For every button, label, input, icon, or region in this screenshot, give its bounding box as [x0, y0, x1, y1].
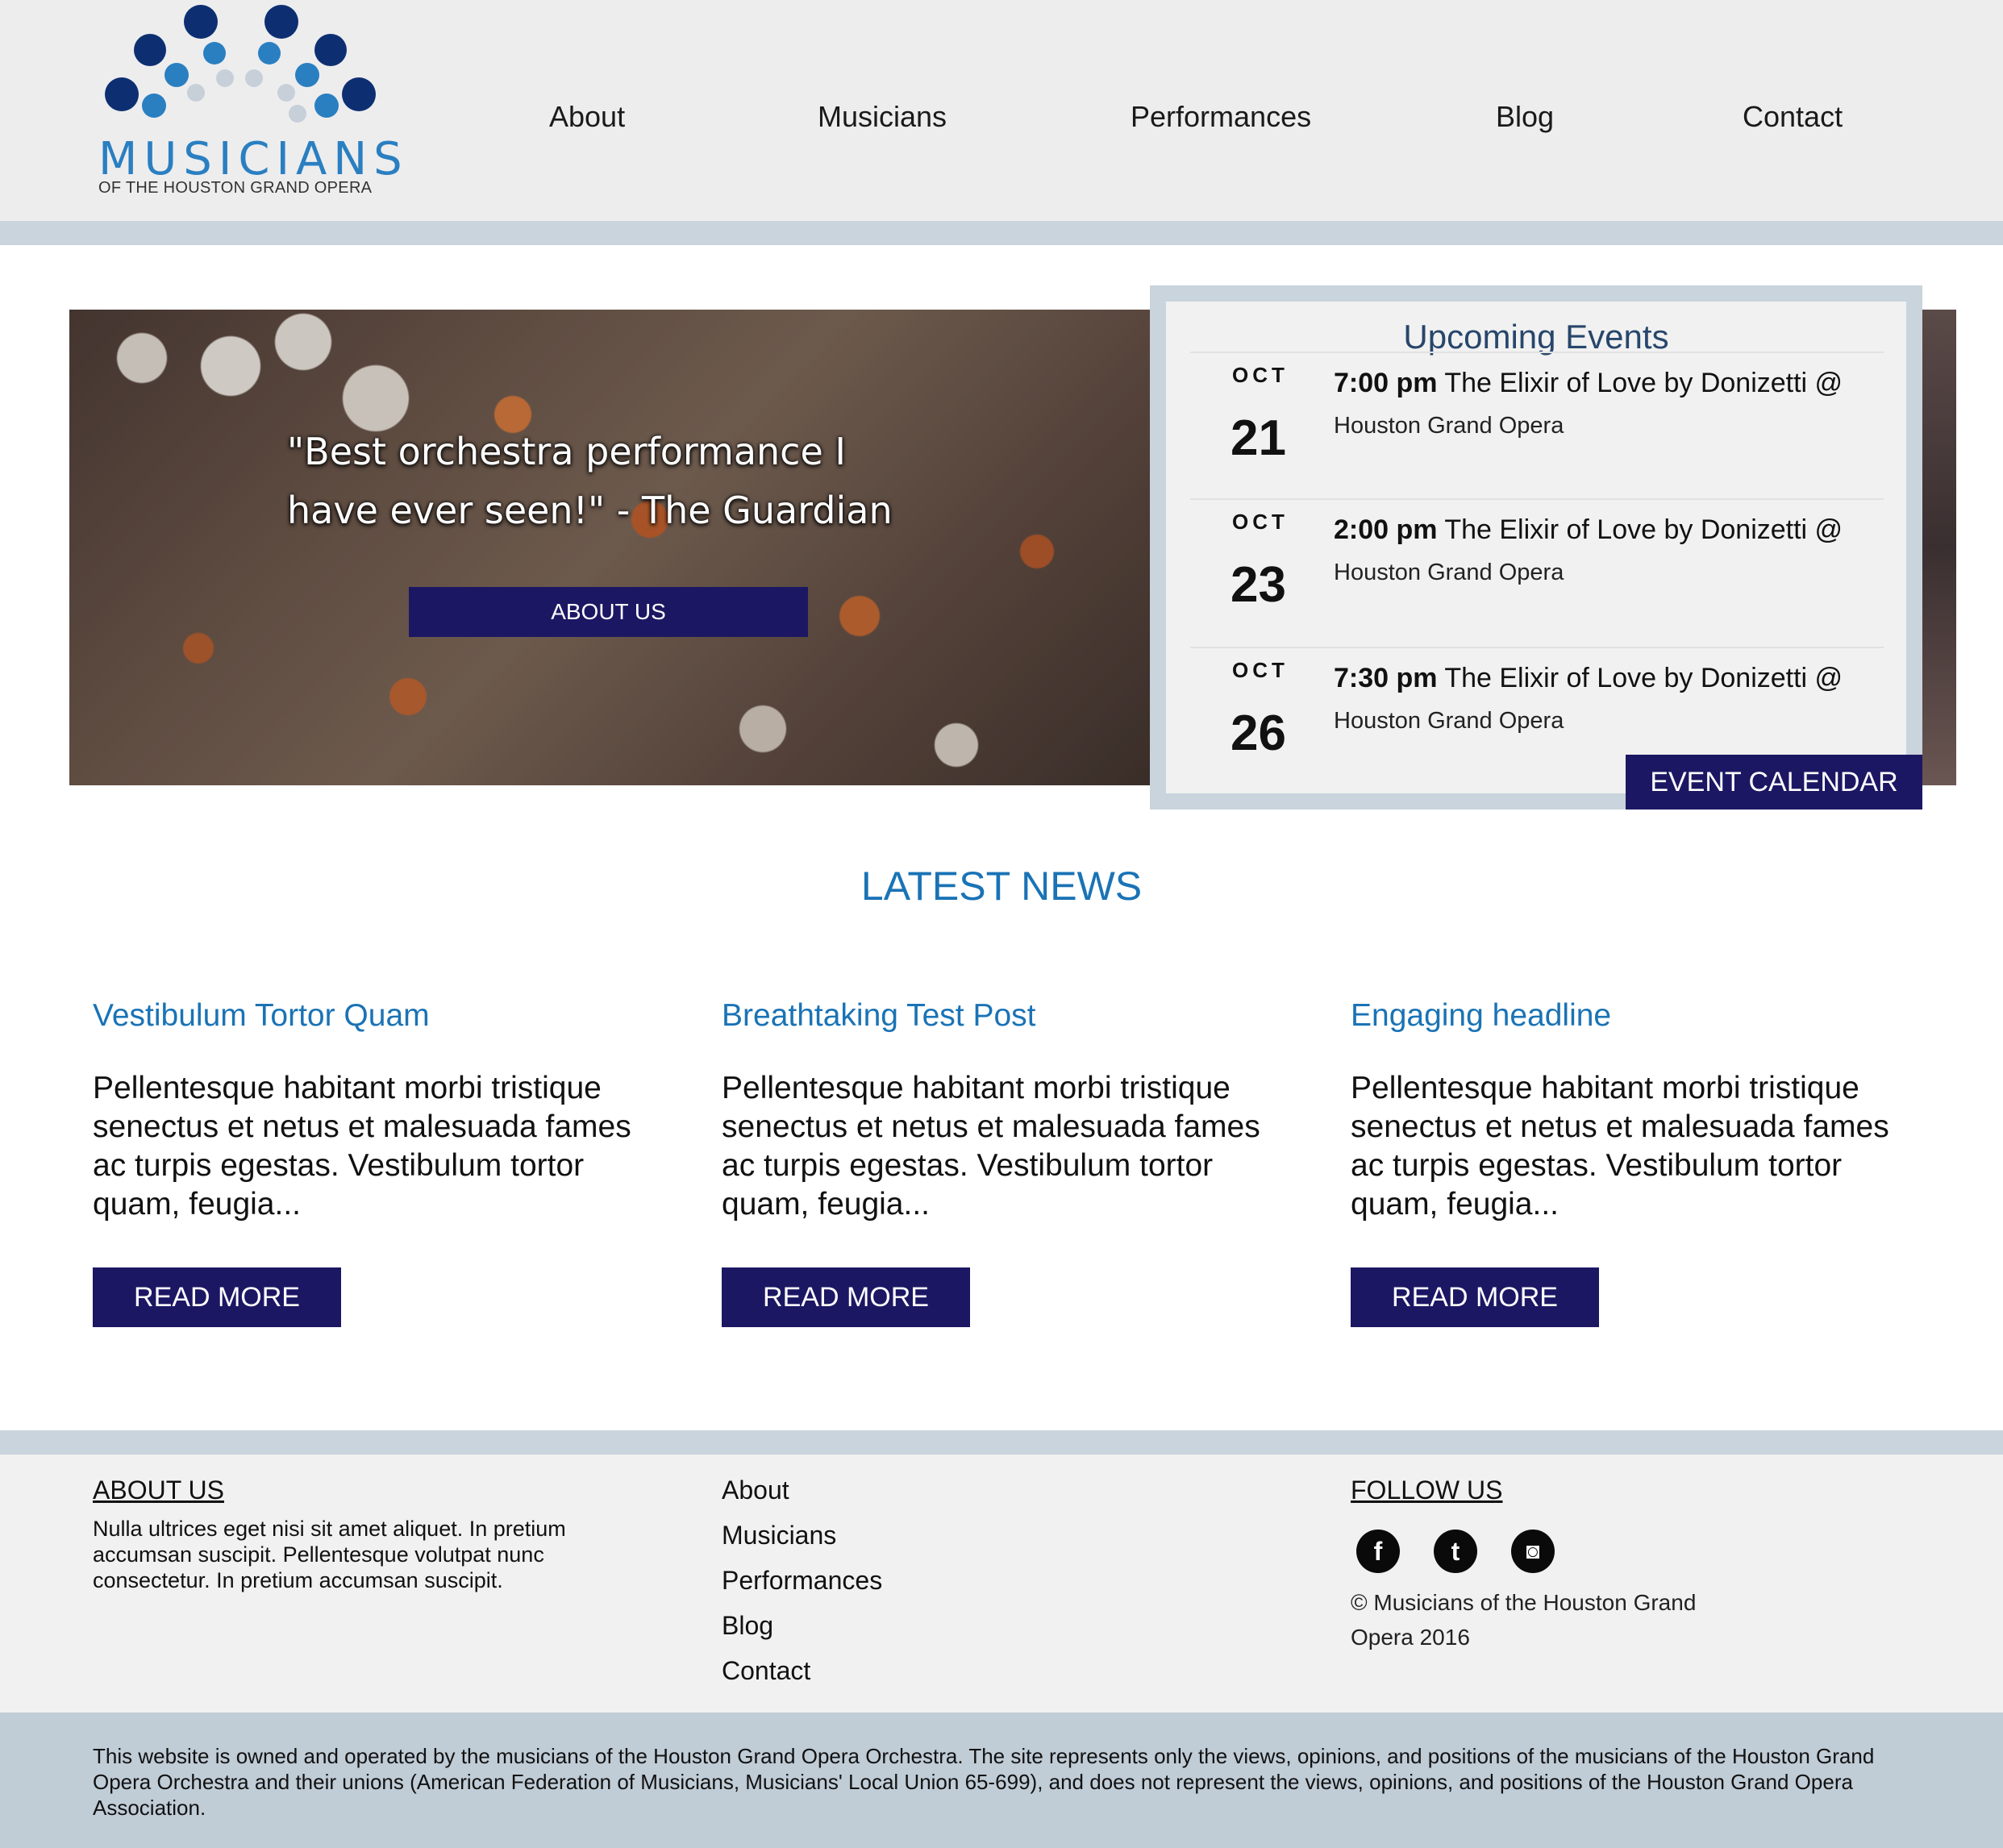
logo-dot	[203, 42, 226, 65]
footer-link-blog[interactable]: Blog	[722, 1611, 773, 1641]
logo-wordmark: MUSICIANS	[98, 133, 409, 185]
logo-dot	[184, 5, 218, 39]
event-location: Houston Grand Opera	[1334, 708, 1564, 734]
read-more-button[interactable]: READ MORE	[722, 1267, 970, 1327]
logo-dot	[187, 84, 205, 102]
read-more-button[interactable]: READ MORE	[1351, 1267, 1599, 1327]
event-day: 21	[1231, 410, 1286, 466]
nav-performances[interactable]: Performances	[1131, 100, 1311, 134]
news-post-excerpt: Pellentesque habitant morbi tristique se…	[1351, 1071, 1889, 1222]
event-time: 7:00 pm	[1334, 368, 1438, 398]
disclaimer-text: This website is owned and operated by th…	[93, 1744, 1875, 1820]
divider	[1190, 498, 1884, 500]
header-divider	[0, 221, 2003, 245]
logo-dot	[105, 77, 139, 111]
footer-divider	[0, 1430, 2003, 1455]
logo-dot	[314, 34, 347, 66]
divider	[1190, 352, 1884, 353]
event-title[interactable]: 2:00 pm The Elixir of Love by Donizetti …	[1334, 514, 1843, 546]
event-location: Houston Grand Opera	[1334, 413, 1564, 439]
logo-dot	[314, 94, 339, 118]
twitter-icon[interactable]: t	[1434, 1530, 1477, 1573]
events-title: Upcoming Events	[1403, 318, 1669, 356]
news-post-excerpt: Pellentesque habitant morbi tristique se…	[93, 1071, 631, 1222]
footer-link-performances[interactable]: Performances	[722, 1566, 882, 1596]
follow-us-heading: FOLLOW US	[1351, 1475, 1503, 1505]
hero-image-overlay	[69, 310, 1150, 785]
news-post-excerpt: Pellentesque habitant morbi tristique se…	[722, 1071, 1260, 1222]
event-title[interactable]: 7:30 pm The Elixir of Love by Donizetti …	[1334, 663, 1843, 694]
news-post-title[interactable]: Breathtaking Test Post	[722, 998, 1036, 1034]
event-month: OCT	[1232, 658, 1289, 682]
footer-about-text: Nulla ultrices eget nisi sit amet alique…	[93, 1517, 566, 1592]
logo-dot	[258, 42, 281, 65]
upcoming-events-panel: Upcoming Events OCT 21 7:00 pm The Elixi…	[1150, 285, 1922, 810]
footer-link-contact[interactable]: Contact	[722, 1656, 810, 1686]
news-post-title[interactable]: Vestibulum Tortor Quam	[93, 998, 430, 1034]
event-location: Houston Grand Opera	[1334, 560, 1564, 585]
nav-musicians[interactable]: Musicians	[818, 100, 947, 134]
hero-quote: "Best orchestra performance I have ever …	[287, 430, 893, 532]
nav-about[interactable]: About	[549, 100, 625, 134]
site-logo[interactable]: MUSICIANS OF THE HOUSTON GRAND OPERA	[97, 0, 402, 202]
event-name: The Elixir of Love by Donizetti @	[1444, 368, 1843, 398]
logo-dot	[164, 63, 189, 87]
events-list: Upcoming Events OCT 21 7:00 pm The Elixi…	[1166, 302, 1906, 793]
event-time: 2:00 pm	[1334, 514, 1438, 545]
logo-dot	[142, 94, 166, 118]
event-time: 7:30 pm	[1334, 663, 1438, 693]
facebook-icon[interactable]: f	[1356, 1530, 1400, 1573]
hero-image-edge	[1922, 310, 1956, 785]
copyright-text: © Musicians of the Houston Grand Opera 2…	[1351, 1590, 1697, 1650]
site-header: MUSICIANS OF THE HOUSTON GRAND OPERA Abo…	[0, 0, 2003, 221]
latest-news-heading: LATEST NEWS	[860, 864, 1143, 909]
divider	[1190, 647, 1884, 648]
logo-dot	[342, 77, 376, 111]
about-us-button[interactable]: ABOUT US	[409, 587, 808, 637]
instagram-icon[interactable]: ◙	[1511, 1530, 1555, 1573]
logo-dot	[134, 34, 166, 66]
logo-dot	[277, 84, 295, 102]
nav-contact[interactable]: Contact	[1743, 100, 1843, 134]
footer-link-musicians[interactable]: Musicians	[722, 1521, 836, 1550]
nav-blog[interactable]: Blog	[1496, 100, 1554, 134]
footer-about-heading[interactable]: ABOUT US	[93, 1475, 224, 1505]
logo-dot	[216, 69, 234, 87]
event-title[interactable]: 7:00 pm The Elixir of Love by Donizetti …	[1334, 368, 1843, 399]
footer-link-about[interactable]: About	[722, 1475, 789, 1505]
logo-dot	[289, 105, 306, 123]
event-calendar-button[interactable]: EVENT CALENDAR	[1626, 755, 1922, 810]
news-post-title[interactable]: Engaging headline	[1351, 998, 1611, 1034]
event-day: 23	[1231, 557, 1286, 613]
read-more-button[interactable]: READ MORE	[93, 1267, 341, 1327]
event-month: OCT	[1232, 510, 1289, 534]
logo-dot	[264, 5, 298, 39]
event-day: 26	[1231, 705, 1286, 761]
event-name: The Elixir of Love by Donizetti @	[1444, 514, 1843, 545]
hero-banner: "Best orchestra performance I have ever …	[69, 310, 1150, 785]
event-month: OCT	[1232, 363, 1289, 387]
logo-dot	[295, 63, 319, 87]
event-name: The Elixir of Love by Donizetti @	[1444, 663, 1843, 693]
logo-dot	[245, 69, 263, 87]
logo-subtitle: OF THE HOUSTON GRAND OPERA	[98, 179, 373, 197]
